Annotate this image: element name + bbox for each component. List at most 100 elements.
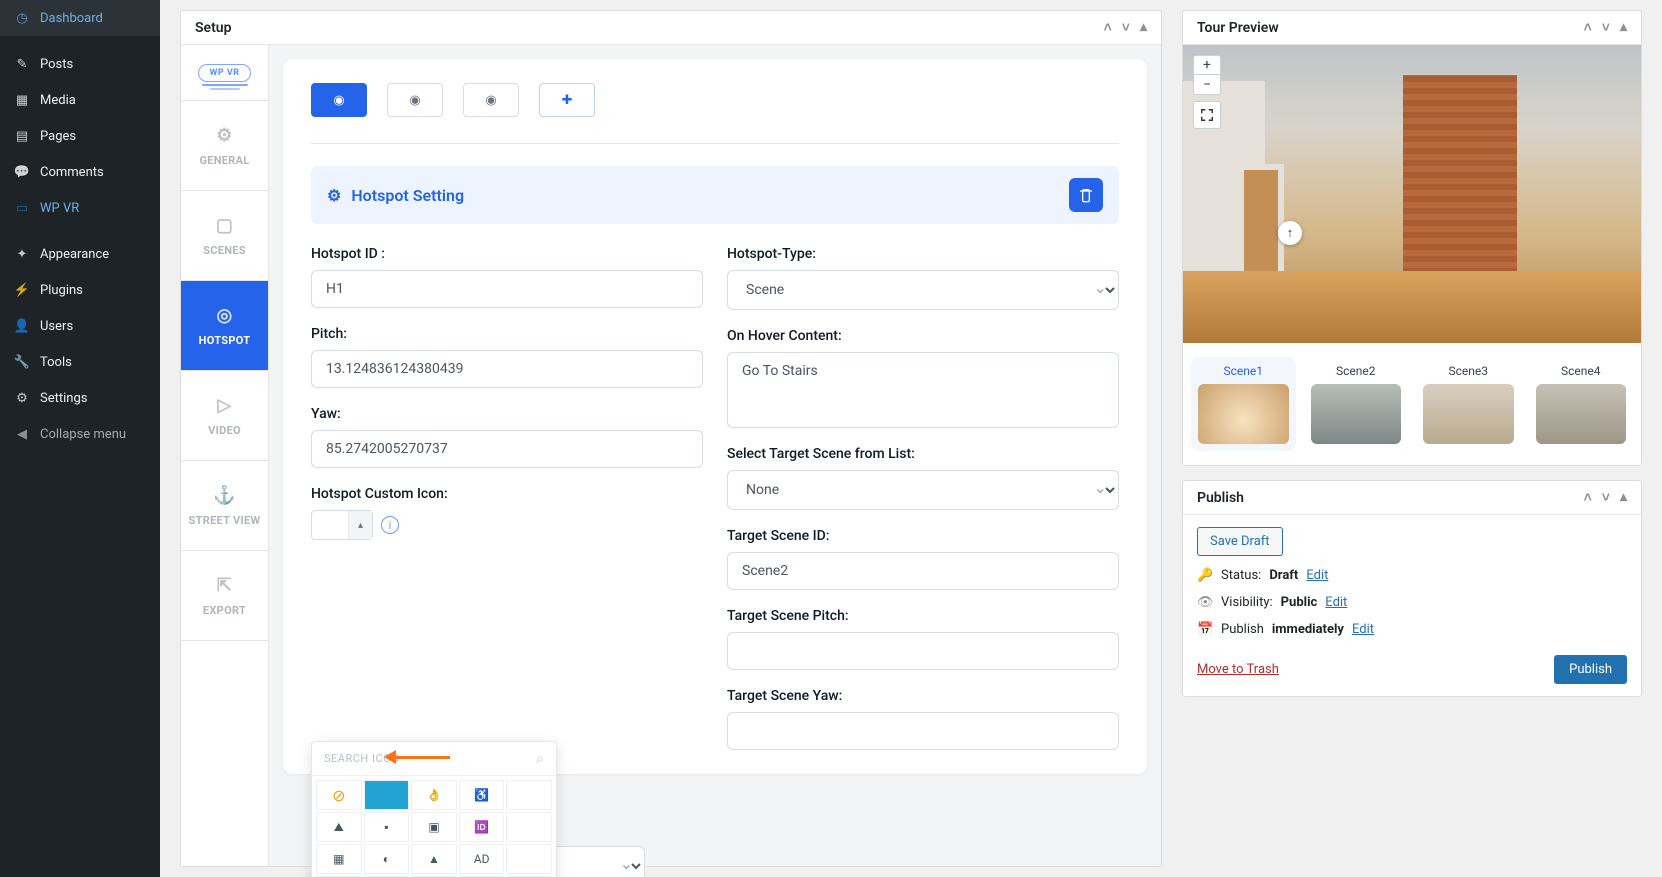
collapse-icon: ◀: [12, 424, 32, 444]
hover-content-label: On Hover Content:: [727, 328, 1119, 344]
icon-option-selected[interactable]: [364, 780, 410, 810]
vtab-export[interactable]: ⇱EXPORT: [181, 551, 268, 641]
icon-search-input[interactable]: [324, 752, 544, 765]
save-draft-button[interactable]: Save Draft: [1197, 527, 1283, 556]
sidebar-item-pages[interactable]: ▤Pages: [0, 118, 160, 154]
icon-option[interactable]: 🆔: [459, 812, 505, 842]
vtab-general[interactable]: ⚙GENERAL: [181, 101, 268, 191]
caret-up-icon[interactable]: ▴: [348, 511, 372, 539]
eye-icon: 👁: [1197, 595, 1213, 610]
hotspot-page-2[interactable]: ◉: [387, 83, 443, 117]
vr-icon: ▭: [12, 198, 32, 218]
panel-toggle-icon[interactable]: ▴: [1140, 19, 1147, 36]
setup-panel-title: Setup: [195, 20, 231, 36]
target-scene-id-input[interactable]: [727, 552, 1119, 590]
icon-picker-trigger[interactable]: ▴: [311, 510, 373, 540]
icon-option[interactable]: ▲: [411, 844, 457, 874]
tour-preview-panel: Tour Preview ˄ ˅ ▴ +: [1182, 10, 1642, 466]
icon-option[interactable]: ▦: [316, 844, 362, 874]
hotspot-marker[interactable]: ↑: [1278, 221, 1302, 245]
icon-picker-popover: ⌕ ⊘ 👌: [311, 741, 557, 877]
panel-move-down-icon[interactable]: ˅: [1602, 489, 1610, 506]
vtab-streetview[interactable]: ⚓STREET VIEW: [181, 461, 268, 551]
brush-icon: ✦: [12, 244, 32, 264]
panel-move-up-icon[interactable]: ˄: [1104, 19, 1112, 36]
panel-move-up-icon[interactable]: ˄: [1584, 489, 1592, 506]
dot-icon: ◉: [333, 93, 344, 108]
icon-grid: ⊘ 👌 ♿ ⛰ ▪ ▣ 🆔: [312, 776, 556, 877]
edit-status-link[interactable]: Edit: [1306, 568, 1328, 583]
hotspot-id-input[interactable]: [311, 270, 703, 308]
sidebar-item-appearance[interactable]: ✦Appearance: [0, 236, 160, 272]
pitch-input[interactable]: [311, 350, 703, 388]
user-icon: 👤: [12, 316, 32, 336]
sidebar-item-comments[interactable]: 💬Comments: [0, 154, 160, 190]
custom-icon-label: Hotspot Custom Icon:: [311, 486, 703, 502]
plug-icon: ⚡: [12, 280, 32, 300]
icon-option[interactable]: ▪: [364, 812, 410, 842]
pitch-label: Pitch:: [311, 326, 703, 342]
publish-button[interactable]: Publish: [1554, 655, 1627, 684]
icon-option[interactable]: ◐: [364, 844, 410, 874]
comment-icon: 💬: [12, 162, 32, 182]
hover-content-input[interactable]: Go To Stairs: [727, 352, 1119, 428]
sidebar-item-dashboard[interactable]: ◷Dashboard: [0, 0, 160, 36]
target-scene-yaw-input[interactable]: [727, 712, 1119, 750]
panorama-viewer[interactable]: + − ↑: [1183, 45, 1641, 343]
target-icon: ◎: [216, 305, 232, 326]
icon-option[interactable]: 👌: [411, 780, 457, 810]
hotspot-page-1[interactable]: ◉: [311, 83, 367, 117]
fullscreen-icon: [1200, 108, 1214, 122]
media-icon: ▦: [12, 90, 32, 110]
delete-hotspot-button[interactable]: [1069, 178, 1103, 212]
target-scene-pitch-input[interactable]: [727, 632, 1119, 670]
icon-option[interactable]: [506, 844, 552, 874]
edit-schedule-link[interactable]: Edit: [1352, 622, 1374, 637]
fullscreen-button[interactable]: [1193, 101, 1221, 129]
hotspot-type-select[interactable]: Scene: [727, 270, 1119, 310]
icon-option[interactable]: ⛰: [316, 812, 362, 842]
setup-panel-header: Setup ˄ ˅ ▴: [181, 11, 1161, 45]
info-icon[interactable]: i: [381, 516, 399, 534]
icon-option[interactable]: [506, 812, 552, 842]
panel-toggle-icon[interactable]: ▴: [1620, 489, 1627, 506]
edit-visibility-link[interactable]: Edit: [1325, 595, 1347, 610]
zoom-in-button[interactable]: +: [1193, 55, 1221, 75]
yaw-input[interactable]: [311, 430, 703, 468]
scene-thumbnails: Scene1 Scene2 Scene3 Scene4: [1183, 343, 1641, 465]
zoom-out-button[interactable]: −: [1193, 75, 1221, 95]
move-to-trash-link[interactable]: Move to Trash: [1197, 662, 1279, 677]
icon-option[interactable]: ♿: [459, 780, 505, 810]
vtab-hotspot[interactable]: ◎HOTSPOT: [181, 281, 268, 371]
panel-move-down-icon[interactable]: ˅: [1602, 19, 1610, 36]
vtab-video[interactable]: ▷VIDEO: [181, 371, 268, 461]
scene-thumb-2[interactable]: Scene2: [1304, 357, 1409, 451]
wpvr-logo: WP VR: [198, 64, 250, 82]
panel-move-down-icon[interactable]: ˅: [1122, 19, 1130, 36]
panel-toggle-icon[interactable]: ▴: [1620, 19, 1627, 36]
icon-option[interactable]: [506, 780, 552, 810]
sidebar-item-posts[interactable]: ✎Posts: [0, 46, 160, 82]
icon-option-none[interactable]: ⊘: [316, 780, 362, 810]
panel-move-up-icon[interactable]: ˄: [1584, 19, 1592, 36]
sidebar-item-users[interactable]: 👤Users: [0, 308, 160, 344]
hotspot-page-3[interactable]: ◉: [463, 83, 519, 117]
icon-option[interactable]: ▣: [411, 812, 457, 842]
gear-icon: ⚙: [216, 125, 232, 146]
sidebar-item-settings[interactable]: ⚙Settings: [0, 380, 160, 416]
vtab-scenes[interactable]: ▢SCENES: [181, 191, 268, 281]
icon-option[interactable]: AD: [459, 844, 505, 874]
hotspot-add[interactable]: ✚: [539, 83, 595, 117]
sidebar-collapse[interactable]: ◀Collapse menu: [0, 416, 160, 452]
scene-thumb-1[interactable]: Scene1: [1191, 357, 1296, 451]
pin-icon: ✎: [12, 54, 32, 74]
sidebar-item-plugins[interactable]: ⚡Plugins: [0, 272, 160, 308]
sidebar-item-tools[interactable]: 🔧Tools: [0, 344, 160, 380]
export-icon: ⇱: [217, 575, 232, 596]
sidebar-item-media[interactable]: ▦Media: [0, 82, 160, 118]
gear-icon: ⚙: [327, 186, 341, 205]
scene-thumb-3[interactable]: Scene3: [1416, 357, 1521, 451]
sidebar-item-wpvr[interactable]: ▭WP VR: [0, 190, 160, 226]
target-scene-select[interactable]: None: [727, 470, 1119, 510]
scene-thumb-4[interactable]: Scene4: [1529, 357, 1634, 451]
